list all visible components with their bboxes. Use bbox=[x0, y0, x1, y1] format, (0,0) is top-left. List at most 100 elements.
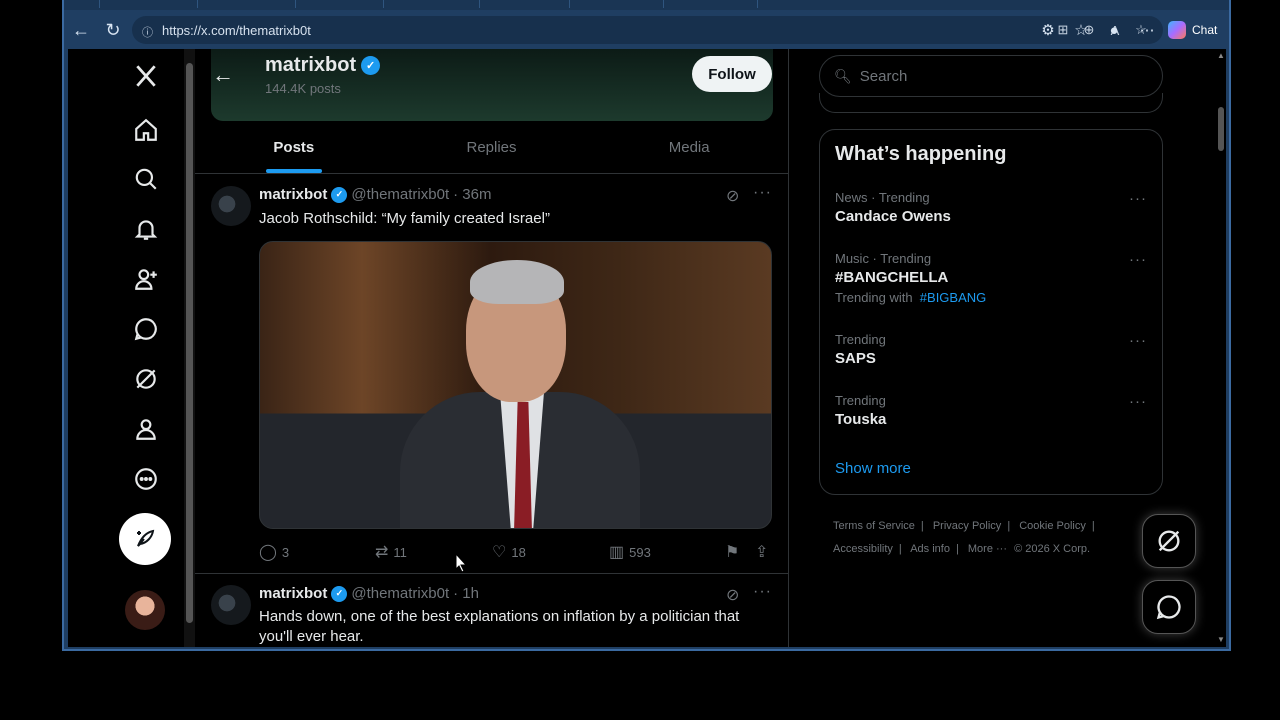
tweet-more-icon[interactable]: ··· bbox=[753, 583, 772, 601]
trend-with-tag[interactable]: #BIGBANG bbox=[920, 290, 986, 305]
profile-person-icon[interactable] bbox=[128, 411, 164, 447]
cookie-link[interactable]: Cookie Policy bbox=[1019, 520, 1086, 532]
explore-search-icon[interactable] bbox=[128, 161, 164, 197]
x-logo-icon[interactable] bbox=[128, 58, 164, 94]
verified-badge-icon: ✓ bbox=[331, 186, 348, 203]
messages-icon bbox=[1156, 595, 1181, 620]
accessibility-link[interactable]: Accessibility bbox=[833, 543, 893, 555]
browser-tab[interactable] bbox=[572, 0, 664, 8]
left-scrollbar[interactable] bbox=[184, 49, 195, 647]
tweet-text: Hands down, one of the best explanations… bbox=[259, 608, 740, 645]
trend-more-icon[interactable]: ··· bbox=[1129, 190, 1147, 207]
bookmark-button[interactable]: ⚑ bbox=[725, 542, 739, 562]
grok-icon[interactable] bbox=[128, 361, 164, 397]
more-circle-icon[interactable] bbox=[128, 461, 164, 497]
extensions-icon[interactable]: ⚙ bbox=[1036, 18, 1060, 42]
favorites-icon[interactable]: ☆ bbox=[1069, 18, 1093, 42]
copyright-text: © 2026 X Corp. bbox=[1014, 543, 1091, 555]
tweet-avatar[interactable] bbox=[211, 186, 251, 226]
trend-item[interactable]: Trending Touska ··· bbox=[835, 393, 1155, 428]
url-field[interactable]: ⓘ https://x.com/thematrixb0t ⊞ ⊕ A ☆ bbox=[132, 16, 1163, 44]
tweet-more-icon[interactable]: ··· bbox=[753, 184, 772, 202]
search-input[interactable]: 🔍︎ Search bbox=[819, 55, 1163, 97]
show-more-link[interactable]: Show more bbox=[835, 460, 911, 477]
browser-tab[interactable] bbox=[64, 0, 100, 8]
trend-more-icon[interactable]: ··· bbox=[1129, 393, 1147, 410]
scrollbar-thumb[interactable] bbox=[1218, 107, 1224, 151]
back-icon[interactable]: ← bbox=[66, 15, 96, 45]
trend-name: Candace Owens bbox=[835, 208, 951, 225]
tweet[interactable]: matrixbot ✓ @thematrixb0t · 1h ⊘ ··· Han… bbox=[195, 574, 788, 647]
browser-tab[interactable] bbox=[298, 0, 384, 8]
scroll-up-icon[interactable]: ▲ bbox=[1217, 51, 1225, 60]
tweet-avatar[interactable] bbox=[211, 585, 251, 625]
trend-more-icon[interactable]: ··· bbox=[1129, 251, 1147, 268]
trend-context: Trending bbox=[835, 332, 886, 347]
communities-add-person-icon[interactable] bbox=[128, 261, 164, 297]
trend-context: Trending bbox=[835, 393, 886, 408]
url-text[interactable]: https://x.com/thematrixb0t bbox=[162, 23, 311, 38]
grok-floating-button[interactable] bbox=[1142, 514, 1196, 568]
tweet[interactable]: matrixbot ✓ @thematrixb0t · 36m ⊘ ··· Ja… bbox=[195, 174, 788, 574]
whats-happening-card: What’s happening News · Trending Candace… bbox=[819, 129, 1163, 495]
tweet-author-name[interactable]: matrixbot bbox=[259, 186, 327, 203]
scroll-down-icon[interactable]: ▼ bbox=[1217, 635, 1225, 644]
settings-more-icon[interactable]: ⋯ bbox=[1135, 18, 1159, 42]
trend-context: Music · Trending bbox=[835, 251, 932, 266]
tab-media[interactable]: Media bbox=[590, 122, 788, 173]
repost-button[interactable]: ⇄ 11 bbox=[375, 542, 407, 562]
profile-icon[interactable]: ● bbox=[1102, 18, 1126, 42]
browser-tab[interactable] bbox=[102, 0, 198, 8]
compose-post-button[interactable] bbox=[119, 513, 171, 565]
browser-tab[interactable] bbox=[386, 0, 480, 8]
trend-more-icon[interactable]: ··· bbox=[1129, 332, 1147, 349]
whats-happening-title: What’s happening bbox=[835, 143, 1007, 165]
like-button[interactable]: ♡ 18 bbox=[492, 542, 526, 562]
trend-item[interactable]: Trending SAPS ··· bbox=[835, 332, 1155, 367]
heart-icon: ♡ bbox=[492, 544, 507, 561]
browser-tab[interactable] bbox=[482, 0, 570, 8]
tweet-handle[interactable]: @thematrixb0t bbox=[351, 186, 449, 203]
repost-count: 11 bbox=[393, 544, 407, 560]
views-button[interactable]: ▥ 593 bbox=[609, 542, 651, 562]
trend-name: #BANGCHELLA bbox=[835, 269, 949, 286]
messages-icon[interactable] bbox=[128, 311, 164, 347]
reply-button[interactable]: ◯ 3 bbox=[259, 542, 289, 562]
messages-floating-button[interactable] bbox=[1142, 580, 1196, 634]
trend-item[interactable]: News · Trending Candace Owens ··· bbox=[835, 190, 1155, 225]
reply-count: 3 bbox=[281, 544, 290, 560]
grok-explain-icon[interactable]: ⊘ bbox=[726, 186, 739, 206]
tweet-time[interactable]: · 1h bbox=[453, 585, 479, 602]
browser-tab[interactable] bbox=[200, 0, 296, 8]
browser-tab[interactable] bbox=[666, 0, 758, 8]
follow-button[interactable]: Follow bbox=[692, 56, 772, 92]
account-avatar[interactable] bbox=[125, 590, 165, 630]
grok-explain-icon[interactable]: ⊘ bbox=[726, 585, 739, 605]
post-count: 144.4K posts bbox=[265, 81, 341, 96]
collapsed-card bbox=[819, 93, 1163, 113]
tweet-video[interactable] bbox=[259, 241, 772, 529]
tweet-handle[interactable]: @thematrixb0t bbox=[351, 585, 449, 602]
tab-posts[interactable]: Posts bbox=[195, 122, 393, 173]
more-link[interactable]: More ··· bbox=[968, 543, 1007, 555]
tweet-time[interactable]: · 36m bbox=[453, 186, 491, 203]
back-arrow-icon[interactable]: ← bbox=[207, 59, 239, 91]
share-icon: ⇪ bbox=[755, 544, 769, 561]
tab-replies[interactable]: Replies bbox=[393, 122, 591, 173]
share-button[interactable]: ⇪ bbox=[755, 542, 768, 562]
notifications-bell-icon[interactable] bbox=[128, 211, 164, 247]
tweet-author-name[interactable]: matrixbot bbox=[259, 585, 327, 602]
terms-link[interactable]: Terms of Service bbox=[833, 520, 915, 532]
page-scrollbar[interactable]: ▲ ▼ bbox=[1216, 49, 1226, 647]
view-count: 593 bbox=[629, 544, 651, 560]
profile-name: matrixbot ✓ bbox=[265, 54, 381, 77]
copilot-chat-button[interactable]: Chat bbox=[1168, 18, 1228, 42]
main-timeline: ← matrixbot ✓ 144.4K posts Follow Posts … bbox=[195, 49, 789, 647]
trend-item[interactable]: Music · Trending #BANGCHELLA Trending wi… bbox=[835, 251, 1155, 305]
ads-info-link[interactable]: Ads info bbox=[910, 543, 950, 555]
repost-icon: ⇄ bbox=[375, 544, 389, 561]
site-info-icon[interactable]: ⓘ bbox=[142, 24, 154, 39]
privacy-link[interactable]: Privacy Policy bbox=[933, 520, 1001, 532]
refresh-icon[interactable]: ↻ bbox=[98, 15, 128, 45]
home-icon[interactable] bbox=[128, 112, 164, 148]
